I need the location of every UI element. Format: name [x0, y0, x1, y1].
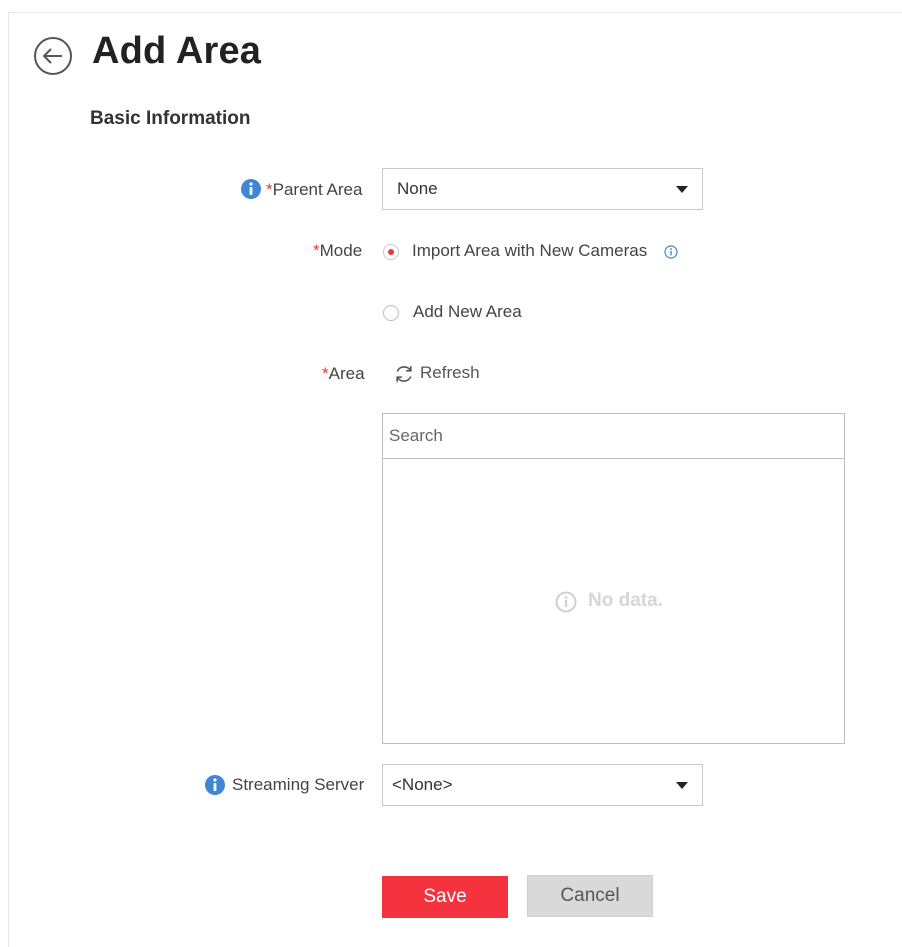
- back-button[interactable]: [33, 36, 73, 76]
- area-label: *Area: [322, 364, 365, 383]
- streaming-server-select[interactable]: <None>: [382, 764, 703, 806]
- no-data-text: No data.: [588, 590, 663, 611]
- parent-area-info-icon[interactable]: [240, 178, 262, 200]
- frame-border-top: [8, 12, 902, 13]
- streaming-server-label: Streaming Server: [232, 775, 365, 794]
- streaming-server-info-icon[interactable]: [204, 774, 226, 796]
- cancel-button[interactable]: Cancel: [527, 875, 653, 917]
- area-tree-box: No data.: [382, 413, 845, 744]
- area-search-input[interactable]: [383, 414, 844, 459]
- back-arrow-icon: [34, 37, 72, 75]
- parent-area-label: *Parent Area: [266, 180, 363, 199]
- refresh-label: Refresh: [420, 363, 480, 382]
- refresh-icon: [396, 366, 412, 382]
- mode-radio-add-new[interactable]: [383, 305, 399, 321]
- parent-area-select[interactable]: None: [382, 168, 703, 210]
- section-title: Basic Information: [90, 108, 251, 129]
- info-outline-icon: [555, 591, 577, 613]
- mode-label: *Mode: [313, 241, 363, 260]
- caret-down-icon: [676, 186, 688, 193]
- mode-option-import-label[interactable]: Import Area with New Cameras: [412, 241, 647, 261]
- streaming-server-value: <None>: [392, 775, 453, 794]
- save-button[interactable]: Save: [382, 876, 508, 918]
- frame-border-left: [8, 12, 9, 947]
- parent-area-value: None: [397, 179, 438, 198]
- mode-radio-import[interactable]: [383, 244, 399, 260]
- mode-option-add-new-label[interactable]: Add New Area: [413, 302, 522, 322]
- caret-down-icon: [676, 782, 688, 789]
- import-mode-info-icon[interactable]: [664, 245, 678, 259]
- page-title: Add Area: [92, 30, 262, 72]
